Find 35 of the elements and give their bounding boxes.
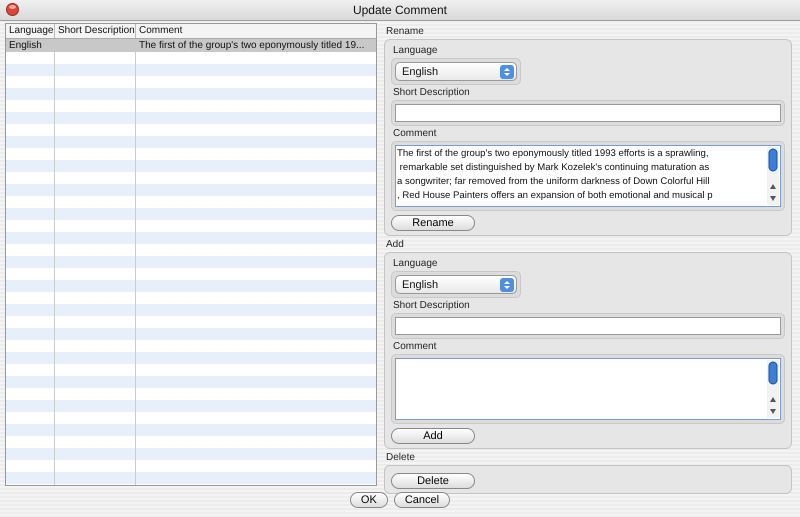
table-cell: The first of the group's two eponymously titled 19...	[139, 40, 364, 51]
field-label: Short Description	[392, 299, 470, 313]
field-label: Language	[392, 257, 438, 271]
column-header[interactable]: Language	[6, 24, 55, 38]
text-line: a songwriter; far removed from the uniform darkness of Down Colorful Hill	[397, 175, 710, 189]
text-line: , Red House Painters offers an expansion of both emotional and musical p	[397, 189, 713, 203]
table-row[interactable]: English The first of the group's two eponymously titled 19...	[6, 39, 376, 52]
column-header[interactable]: Comment	[136, 24, 376, 38]
comment-textarea[interactable]	[395, 145, 781, 207]
dialog-button[interactable]: OK	[350, 492, 388, 508]
section-title: Add	[385, 238, 405, 252]
field-label: Short Description	[392, 86, 470, 100]
scrollbar[interactable]	[767, 360, 779, 418]
window-title: Update Comment	[352, 3, 448, 17]
action-button[interactable]: Add	[391, 428, 475, 444]
table-cell: English	[9, 40, 42, 51]
field-label: Comment	[392, 127, 436, 141]
action-button[interactable]: Rename	[391, 215, 475, 231]
dialog-button[interactable]: Cancel	[394, 492, 450, 508]
stepper-icon	[500, 64, 514, 78]
scrollbar[interactable]	[767, 147, 779, 205]
section-title: Delete	[385, 451, 416, 465]
language-dropdown[interactable]: English	[395, 62, 517, 81]
text-line: remarkable set distinguished by Mark Kozelek's continuing maturation as	[398, 161, 710, 175]
stepper-icon	[500, 278, 514, 292]
input-field[interactable]	[395, 104, 781, 122]
column-header[interactable]: Short Description	[55, 24, 136, 38]
input-field[interactable]	[395, 317, 781, 335]
section-title: Rename	[385, 25, 425, 39]
close-icon[interactable]	[6, 3, 19, 16]
language-dropdown[interactable]: English	[395, 275, 517, 294]
text-line: The first of the group's two eponymously titled 1993 efforts is a sprawling,	[397, 147, 710, 161]
action-button[interactable]: Delete	[391, 473, 475, 489]
field-label: Language	[392, 44, 438, 58]
field-label: Comment	[392, 340, 436, 354]
